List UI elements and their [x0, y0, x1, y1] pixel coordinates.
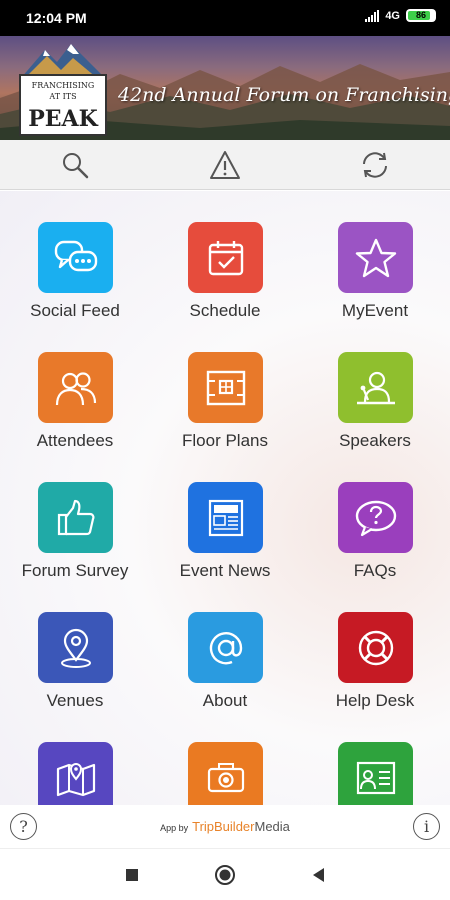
status-bar: 12:04 PM 4G 86 — [0, 0, 450, 36]
camera-icon — [188, 742, 263, 805]
tile-label: Social Feed — [30, 301, 120, 320]
tile-label: Speakers — [339, 431, 411, 450]
status-time: 12:04 PM — [26, 10, 87, 26]
event-logo: FRANCHISING AT ITS PEAK — [17, 42, 109, 136]
banner-title: 42nd Annual Forum on Franchising — [118, 84, 450, 106]
app-credit[interactable]: App by TripBuilderMedia — [0, 819, 450, 834]
logo-text-line2: AT ITS — [49, 92, 77, 101]
tile-map[interactable] — [0, 711, 150, 805]
tile-schedule[interactable]: Schedule — [150, 191, 300, 321]
tile-social-feed[interactable]: Social Feed — [0, 191, 150, 321]
question-bubble-icon — [338, 482, 413, 553]
tile-forum-survey[interactable]: Forum Survey — [0, 451, 150, 581]
floor-plan-icon — [188, 352, 263, 423]
refresh-icon[interactable] — [358, 148, 392, 182]
location-pin-icon — [38, 612, 113, 683]
tile-faqs[interactable]: FAQs — [300, 451, 450, 581]
logo-text-line3: PEAK — [28, 106, 98, 132]
search-icon[interactable] — [58, 148, 92, 182]
tile-about[interactable]: About — [150, 581, 300, 711]
tile-speakers[interactable]: Speakers — [300, 321, 450, 451]
tile-label: MyEvent — [341, 301, 409, 320]
brand-name-part1: TripBuilder — [192, 819, 255, 834]
back-icon[interactable] — [306, 863, 330, 887]
battery-icon: 86 — [406, 9, 436, 22]
star-icon — [338, 222, 413, 293]
status-icons: 4G 86 — [365, 9, 436, 22]
tile-label: Help Desk — [335, 691, 415, 710]
tile-camera[interactable] — [150, 711, 300, 805]
calendar-icon — [188, 222, 263, 293]
tile-floor-plans[interactable]: Floor Plans — [150, 321, 300, 451]
tile-label: Attendees — [36, 431, 114, 450]
speaker-icon — [338, 352, 413, 423]
tile-label: About — [202, 691, 248, 710]
recents-icon[interactable] — [120, 863, 144, 887]
brand-name-part2: Media — [254, 819, 290, 834]
contact-card-icon — [338, 742, 413, 805]
newspaper-icon — [188, 482, 263, 553]
logo-text-line1: FRANCHISING — [31, 81, 95, 90]
at-sign-icon — [188, 612, 263, 683]
thumbs-up-icon — [38, 482, 113, 553]
tile-label: Event News — [179, 561, 271, 580]
map-icon — [38, 742, 113, 805]
app-by-label: App by — [160, 823, 189, 833]
lifebuoy-icon — [338, 612, 413, 683]
tile-label: Floor Plans — [182, 431, 268, 450]
tile-label: Venues — [46, 691, 104, 710]
tile-label: FAQs — [353, 561, 397, 580]
home-icon[interactable] — [213, 863, 237, 887]
tile-label: Forum Survey — [21, 561, 129, 580]
toolbar — [0, 140, 450, 190]
signal-icon — [365, 9, 380, 22]
event-banner: FRANCHISING AT ITS PEAK 42nd Annual Foru… — [0, 36, 450, 140]
tile-contact-card[interactable] — [300, 711, 450, 805]
tile-label: Schedule — [189, 301, 261, 320]
tile-help-desk[interactable]: Help Desk — [300, 581, 450, 711]
tile-event-news[interactable]: Event News — [150, 451, 300, 581]
tile-attendees[interactable]: Attendees — [0, 321, 150, 451]
battery-level: 86 — [415, 10, 426, 20]
chat-bubbles-icon — [38, 222, 113, 293]
tile-myevent[interactable]: MyEvent — [300, 191, 450, 321]
feature-grid: Social Feed Schedule MyEvent Attendees F… — [0, 191, 450, 805]
system-nav-bar — [0, 848, 450, 900]
people-icon — [38, 352, 113, 423]
info-icon[interactable]: i — [413, 813, 440, 840]
network-label: 4G — [385, 9, 400, 22]
footer: ? App by TripBuilderMedia i — [0, 805, 450, 848]
alert-icon[interactable] — [208, 148, 242, 182]
tile-venues[interactable]: Venues — [0, 581, 150, 711]
